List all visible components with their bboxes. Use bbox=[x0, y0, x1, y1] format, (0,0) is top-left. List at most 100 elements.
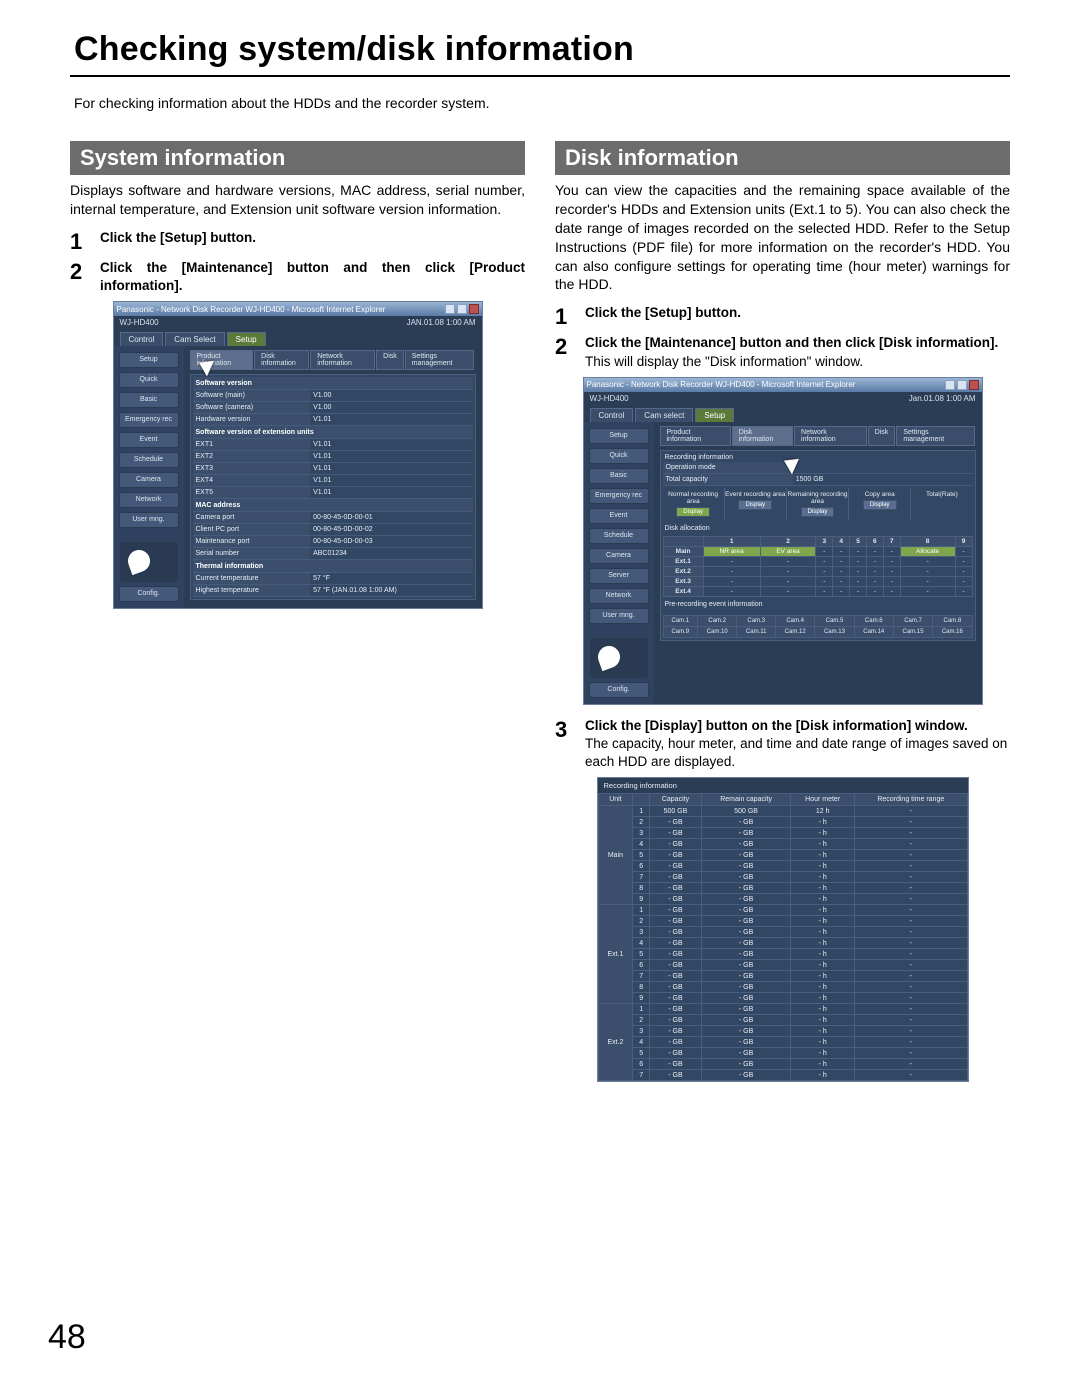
table-cell: - GB bbox=[649, 1015, 701, 1026]
table-cell: - h bbox=[791, 1048, 855, 1059]
display-button[interactable]: Display bbox=[801, 507, 835, 517]
table-cell: - h bbox=[791, 1070, 855, 1081]
side-usermng[interactable]: User mng. bbox=[589, 608, 649, 624]
disk-info-heading: Disk information bbox=[555, 141, 1010, 175]
table-cell: - GB bbox=[701, 1026, 790, 1037]
side-basic[interactable]: Basic bbox=[119, 392, 179, 408]
side-schedule[interactable]: Schedule bbox=[589, 528, 649, 544]
system-info-desc: Displays software and hardware versions,… bbox=[70, 181, 525, 219]
table-cell: - GB bbox=[649, 960, 701, 971]
table-cell: - h bbox=[791, 872, 855, 883]
model-label: WJ-HD400 bbox=[590, 394, 629, 403]
side-quick[interactable]: Quick bbox=[589, 448, 649, 464]
table-cell: - h bbox=[791, 993, 855, 1004]
display-button[interactable]: Display bbox=[738, 500, 772, 510]
side-basic[interactable]: Basic bbox=[589, 468, 649, 484]
subtab-disk-info[interactable]: Disk information bbox=[254, 350, 309, 370]
side-config[interactable]: Config. bbox=[119, 586, 179, 602]
side-usermng[interactable]: User mng. bbox=[119, 512, 179, 528]
display-button[interactable]: Display bbox=[676, 507, 710, 517]
side-camera[interactable]: Camera bbox=[119, 472, 179, 488]
table-cell: 6 bbox=[633, 1059, 650, 1070]
cursor-icon bbox=[787, 456, 809, 478]
table-cell: - bbox=[855, 1059, 967, 1070]
table-cell: - GB bbox=[649, 861, 701, 872]
table-cell: - GB bbox=[649, 938, 701, 949]
table-cell: - bbox=[855, 1026, 967, 1037]
table-cell: - GB bbox=[701, 839, 790, 850]
display-button[interactable]: Display bbox=[863, 500, 897, 510]
disk-alloc-table: 123456789 MainNR areaEV area-----Allocat… bbox=[663, 536, 973, 597]
tab-control[interactable]: Control bbox=[590, 408, 634, 422]
table-cell: - GB bbox=[649, 883, 701, 894]
maximize-icon[interactable] bbox=[457, 304, 467, 314]
table-cell: - GB bbox=[649, 971, 701, 982]
subtab-settings-mgmt[interactable]: Settings management bbox=[896, 426, 974, 446]
table-cell: - bbox=[855, 872, 967, 883]
maximize-icon[interactable] bbox=[957, 380, 967, 390]
table-cell: - GB bbox=[649, 927, 701, 938]
table-cell: 12 h bbox=[791, 806, 855, 817]
table-cell: - h bbox=[791, 850, 855, 861]
subtab-settings-mgmt[interactable]: Settings management bbox=[405, 350, 475, 370]
tab-cam-select[interactable]: Cam select bbox=[635, 408, 693, 422]
table-cell: - GB bbox=[701, 861, 790, 872]
table-cell: - h bbox=[791, 894, 855, 905]
side-quick[interactable]: Quick bbox=[119, 372, 179, 388]
tab-setup[interactable]: Setup bbox=[695, 408, 734, 422]
side-network[interactable]: Network bbox=[119, 492, 179, 508]
side-config[interactable]: Config. bbox=[589, 682, 649, 698]
table-cell: - h bbox=[791, 1015, 855, 1026]
disk-step2-note: This will display the "Disk information"… bbox=[585, 353, 1010, 371]
table-cell: 4 bbox=[633, 1037, 650, 1048]
side-setup[interactable]: Setup bbox=[119, 352, 179, 368]
recording-info-table: Unit Capacity Remain capacity Hour meter… bbox=[598, 793, 968, 1081]
unit-cell: Ext.1 bbox=[598, 905, 633, 1004]
recording-info-title: Recording information bbox=[598, 778, 968, 793]
clock-label: Jan.01.08 1:00 AM bbox=[909, 394, 976, 403]
table-cell: - bbox=[855, 806, 967, 817]
minimize-icon[interactable] bbox=[945, 380, 955, 390]
recording-info-screenshot: Recording information Unit Capacity Rema… bbox=[597, 777, 969, 1082]
table-cell: - GB bbox=[649, 872, 701, 883]
prerec-label: Pre-recording event information bbox=[663, 597, 973, 609]
tab-setup[interactable]: Setup bbox=[227, 332, 266, 346]
side-emergency[interactable]: Emergency rec bbox=[119, 412, 179, 428]
subtab-disk[interactable]: Disk bbox=[376, 350, 404, 370]
card-copy: Copy areaDisplay bbox=[849, 488, 911, 520]
table-cell: - GB bbox=[701, 993, 790, 1004]
side-emergency[interactable]: Emergency rec bbox=[589, 488, 649, 504]
tab-cam-select[interactable]: Cam Select bbox=[165, 332, 224, 346]
table-cell: 9 bbox=[633, 894, 650, 905]
table-cell: 500 GB bbox=[649, 806, 701, 817]
subtab-product-info[interactable]: Product information bbox=[660, 426, 731, 446]
clock-label: JAN.01.08 1:00 AM bbox=[407, 318, 476, 327]
side-event[interactable]: Event bbox=[119, 432, 179, 448]
subtab-network-info[interactable]: Network information bbox=[794, 426, 867, 446]
side-setup[interactable]: Setup bbox=[589, 428, 649, 444]
side-network[interactable]: Network bbox=[589, 588, 649, 604]
subtab-disk[interactable]: Disk bbox=[868, 426, 896, 446]
table-cell: - GB bbox=[649, 905, 701, 916]
card-normal-rec: Normal recording areaDisplay bbox=[663, 488, 725, 520]
table-cell: - GB bbox=[701, 828, 790, 839]
table-cell: - bbox=[855, 817, 967, 828]
table-cell: - bbox=[855, 1037, 967, 1048]
subtab-disk-info[interactable]: Disk information bbox=[732, 426, 793, 446]
side-camera[interactable]: Camera bbox=[589, 548, 649, 564]
close-icon[interactable] bbox=[969, 380, 979, 390]
close-icon[interactable] bbox=[469, 304, 479, 314]
table-cell: 1 bbox=[633, 1004, 650, 1015]
table-cell: - h bbox=[791, 916, 855, 927]
subtab-network-info[interactable]: Network information bbox=[310, 350, 375, 370]
table-cell: - GB bbox=[649, 1070, 701, 1081]
tab-control[interactable]: Control bbox=[120, 332, 164, 346]
side-event[interactable]: Event bbox=[589, 508, 649, 524]
table-cell: - h bbox=[791, 1059, 855, 1070]
table-cell: - GB bbox=[701, 916, 790, 927]
table-cell: - GB bbox=[701, 960, 790, 971]
side-schedule[interactable]: Schedule bbox=[119, 452, 179, 468]
side-server[interactable]: Server bbox=[589, 568, 649, 584]
minimize-icon[interactable] bbox=[445, 304, 455, 314]
recinfo-label: Recording information bbox=[663, 453, 973, 462]
